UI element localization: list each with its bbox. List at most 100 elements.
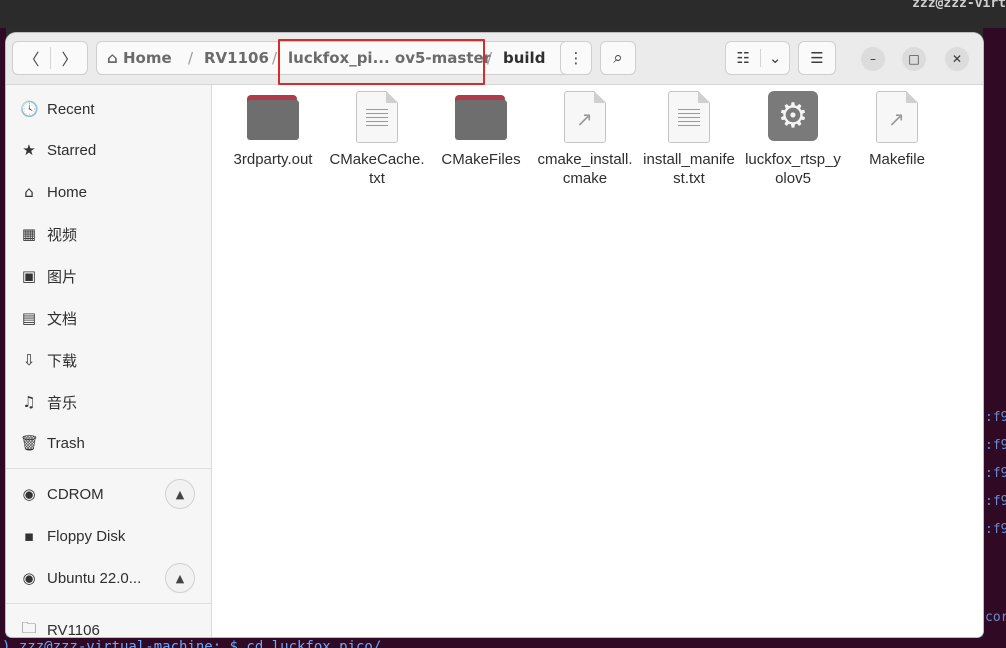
sidebar-item-label: RV1106 xyxy=(47,621,100,638)
view-options-button[interactable]: ⌄ xyxy=(761,49,789,67)
sidebar-item-home[interactable]: ⌂ Home xyxy=(6,172,212,212)
sidebar-item-label: 文档 xyxy=(47,310,78,328)
sidebar-item-downloads[interactable]: ⇩ 下载 xyxy=(6,340,212,380)
home-icon: ⌂ xyxy=(107,49,118,67)
sidebar-item-videos[interactable]: ▦ 视频 xyxy=(6,214,212,254)
sidebar-item-label: 音乐 xyxy=(47,394,78,412)
document-icon: ▤ xyxy=(21,309,37,327)
terminal-line: :f9 xyxy=(985,522,1006,537)
disc-icon: ◉ xyxy=(22,485,36,503)
terminal-background-right: :f9 :f9 :f9 :f9 :f9 cor xyxy=(983,28,1006,648)
eject-button[interactable]: ▲ xyxy=(165,479,195,509)
executable-gear-icon: ⚙ xyxy=(765,91,821,147)
sidebar: 🕓 Recent ★ Starred ⌂ Home ▦ 视频 ▣ 图片 ▤ 文档… xyxy=(6,85,212,637)
file-grid: 3rdparty.out CMakeCache.txt CMakeFiles ↗… xyxy=(213,85,983,637)
sidebar-item-label: Ubuntu 22.0... xyxy=(47,569,142,587)
breadcrumb-separator: / xyxy=(487,49,493,67)
sidebar-item-floppy[interactable]: ▪ Floppy Disk xyxy=(6,516,212,556)
sidebar-item-label: Recent xyxy=(47,100,95,118)
script-file-icon: ↗ xyxy=(557,91,613,147)
breadcrumb-home[interactable]: ⌂ Home xyxy=(107,42,172,74)
terminal-line: cor xyxy=(985,610,1006,625)
sidebar-item-label: Home xyxy=(47,183,88,201)
file-item-install-manifest[interactable]: install_manifest.txt xyxy=(637,91,741,188)
navigation-buttons: 〈 〉 xyxy=(12,41,88,75)
maximize-button[interactable]: □ xyxy=(902,47,926,71)
file-item-cmakefiles[interactable]: CMakeFiles xyxy=(429,91,533,169)
file-name: CMakeFiles xyxy=(441,151,521,168)
search-icon: ⌕ xyxy=(613,48,623,68)
file-name: cmake_install.cmake xyxy=(537,151,633,187)
forward-button[interactable]: 〉 xyxy=(51,42,88,74)
sidebar-item-trash[interactable]: 🗑 Trash xyxy=(6,423,212,463)
minimize-icon: – xyxy=(870,52,876,66)
minimize-button[interactable]: – xyxy=(861,47,885,71)
file-item-makefile[interactable]: ↗ Makefile xyxy=(845,91,949,169)
floppy-icon: ▪ xyxy=(23,527,35,545)
breadcrumb-build[interactable]: build xyxy=(503,42,545,74)
breadcrumb-home-label: Home xyxy=(122,49,172,67)
back-icon: 〈 xyxy=(23,50,40,69)
eject-icon: ▲ xyxy=(175,571,185,585)
sidebar-item-label: 下载 xyxy=(47,352,78,370)
breadcrumb-separator: / xyxy=(272,49,278,67)
maximize-icon: □ xyxy=(908,52,920,66)
list-view-button[interactable]: ☷ xyxy=(726,49,762,67)
file-item-luckfox-rtsp-yolov5[interactable]: ⚙ luckfox_rtsp_yolov5 xyxy=(741,91,845,188)
file-item-cmake-install[interactable]: ↗ cmake_install.cmake xyxy=(533,91,637,188)
file-item-3rdparty-out[interactable]: 3rdparty.out xyxy=(221,91,325,169)
terminal-background-bottom: ) zzz@zzz-virtual-machine: $ cd luckfox_… xyxy=(0,637,1006,648)
terminal-command: ) zzz@zzz-virtual-machine: $ cd luckfox_… xyxy=(2,639,382,648)
menu-icon: ☰ xyxy=(810,49,824,67)
sidebar-item-pictures[interactable]: ▣ 图片 xyxy=(6,256,212,296)
sidebar-item-label: Floppy Disk xyxy=(47,527,126,545)
video-icon: ▦ xyxy=(21,225,37,243)
picture-icon: ▣ xyxy=(21,267,37,285)
forward-icon: 〉 xyxy=(61,50,78,69)
file-name: luckfox_rtsp_yolov5 xyxy=(745,151,841,187)
folder-icon xyxy=(453,91,509,147)
sidebar-item-rv1106[interactable]: 🗀 RV1106 xyxy=(6,610,212,638)
folder-icon xyxy=(245,91,301,147)
more-icon: ⋮ xyxy=(568,49,584,67)
close-button[interactable]: ✕ xyxy=(945,47,969,71)
breadcrumb-rv1106[interactable]: RV1106 xyxy=(204,42,269,74)
terminal-line: :f9 xyxy=(985,466,1006,481)
user-host-label: zzz@zzz-virt xyxy=(912,0,1006,11)
main-menu-button[interactable]: ☰ xyxy=(798,41,836,75)
path-more-button[interactable]: ⋮ xyxy=(560,41,592,75)
home-icon: ⌂ xyxy=(24,183,34,201)
list-view-icon: ☷ xyxy=(736,49,750,67)
star-icon: ★ xyxy=(22,141,36,159)
sidebar-item-label: Starred xyxy=(47,141,97,159)
view-switcher: ☷ ⌄ xyxy=(725,41,790,75)
file-name: CMakeCache.txt xyxy=(329,151,425,187)
disc-icon: ◉ xyxy=(22,569,36,587)
music-icon: ♫ xyxy=(22,393,36,411)
sidebar-item-documents[interactable]: ▤ 文档 xyxy=(6,298,212,338)
desktop-top-bar: zzz@zzz-virt xyxy=(0,0,1006,28)
sidebar-item-label: CDROM xyxy=(47,485,104,503)
sidebar-item-starred[interactable]: ★ Starred xyxy=(6,130,212,170)
eject-icon: ▲ xyxy=(175,487,185,501)
file-item-cmakecache[interactable]: CMakeCache.txt xyxy=(325,91,429,188)
sidebar-item-label: 视频 xyxy=(47,226,78,244)
chevron-down-icon: ⌄ xyxy=(768,49,782,67)
sidebar-item-ubuntu[interactable]: ◉ Ubuntu 22.0... ▲ xyxy=(6,558,212,598)
close-icon: ✕ xyxy=(951,52,963,66)
file-manager-window: 〈 〉 ⌂ Home / RV1106 / luckfox_pi... ov5-… xyxy=(6,33,983,637)
search-button[interactable]: ⌕ xyxy=(600,41,636,75)
sidebar-item-cdrom[interactable]: ◉ CDROM ▲ xyxy=(6,474,212,514)
sidebar-item-recent[interactable]: 🕓 Recent xyxy=(6,89,212,129)
sidebar-item-label: 图片 xyxy=(47,268,78,286)
file-name: install_manifest.txt xyxy=(643,151,735,187)
text-file-icon xyxy=(349,91,405,147)
sidebar-divider xyxy=(6,468,212,469)
script-file-icon: ↗ xyxy=(869,91,925,147)
sidebar-item-music[interactable]: ♫ 音乐 xyxy=(6,382,212,422)
text-file-icon xyxy=(661,91,717,147)
eject-button[interactable]: ▲ xyxy=(165,563,195,593)
terminal-line: :f9 xyxy=(985,494,1006,509)
back-button[interactable]: 〈 xyxy=(13,42,50,74)
sidebar-divider xyxy=(6,603,212,604)
